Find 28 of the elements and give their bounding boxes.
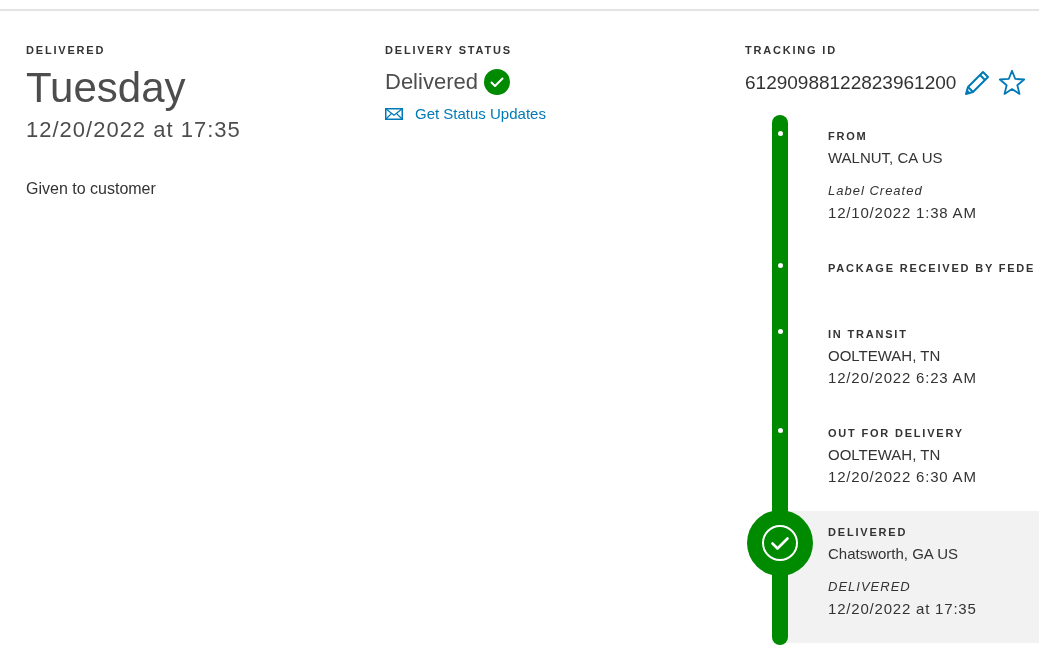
event-time: 12/20/2022 6:30 AM: [828, 467, 977, 487]
event-time: 12/10/2022 1:38 AM: [828, 203, 977, 223]
status-text: Delivered: [385, 68, 478, 96]
section-label: DELIVERED: [26, 43, 106, 58]
tracking-number: 61290988122823961200: [745, 71, 957, 95]
star-icon[interactable]: [998, 69, 1027, 97]
section-label: DELIVERY STATUS: [385, 43, 512, 58]
check-circle-icon: [483, 69, 510, 95]
envelope-icon: [385, 108, 403, 120]
event-title: DELIVERED: [828, 525, 908, 540]
event-location: OOLTEWAH, TN: [828, 445, 941, 465]
event-time: 12/20/2022 6:23 AM: [828, 368, 977, 388]
event-location: WALNUT, CA US: [828, 148, 943, 168]
event-note: Label Created: [828, 182, 923, 200]
event-title: OUT FOR DELIVERY: [828, 426, 964, 441]
event-title: FROM: [828, 129, 868, 144]
event-location: Chatsworth, GA US: [828, 544, 959, 564]
delivery-datetime: 12/20/2022 at 17:35: [26, 117, 241, 143]
event-location: OOLTEWAH, TN: [828, 346, 941, 366]
event-title: PACKAGE RECEIVED BY FEDE: [828, 261, 1036, 276]
delivery-detail: Given to customer: [26, 179, 156, 199]
event-note: DELIVERED: [828, 578, 911, 596]
delivery-day: Tuesday: [26, 64, 186, 112]
event-time: 12/20/2022 at 17:35: [828, 599, 977, 619]
event-title: IN TRANSIT: [828, 327, 908, 342]
status-updates-link[interactable]: Get Status Updates: [385, 104, 546, 124]
section-label: TRACKING ID: [745, 43, 837, 58]
pencil-icon[interactable]: [963, 69, 992, 97]
